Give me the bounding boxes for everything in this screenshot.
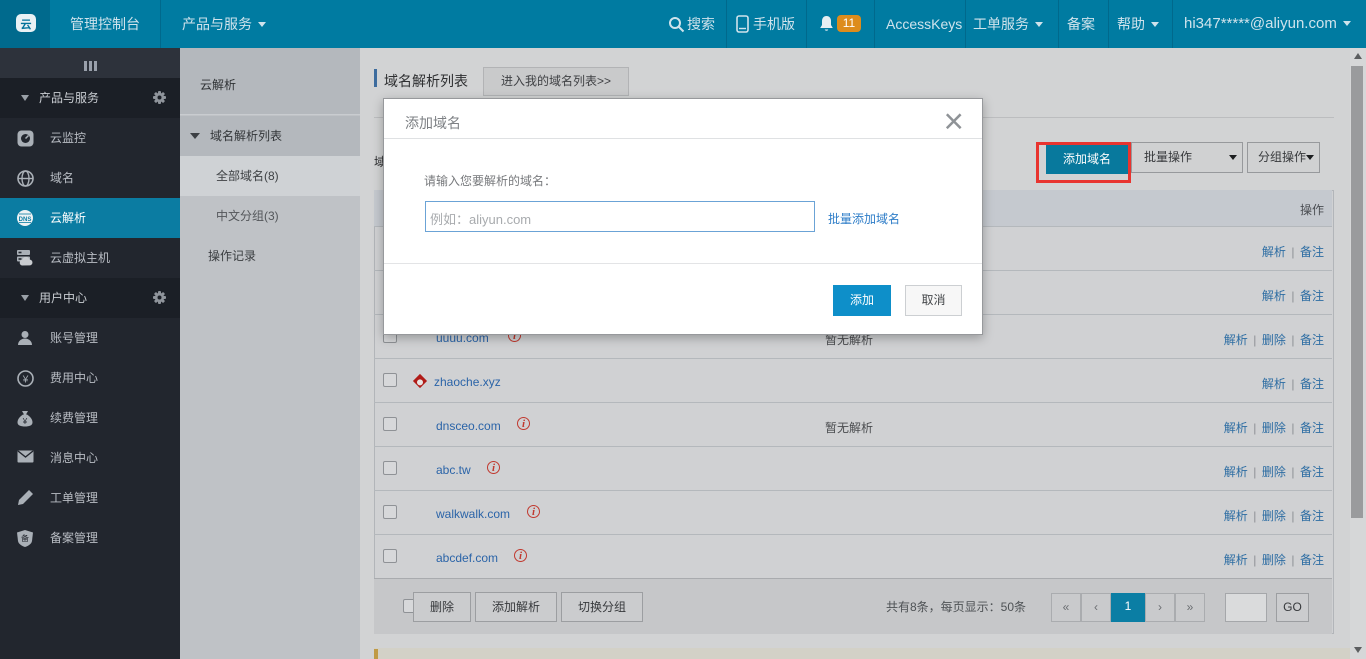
svg-text:¥: ¥ bbox=[22, 417, 28, 426]
svg-text:¥: ¥ bbox=[22, 375, 29, 386]
svg-text:备: 备 bbox=[21, 533, 29, 543]
